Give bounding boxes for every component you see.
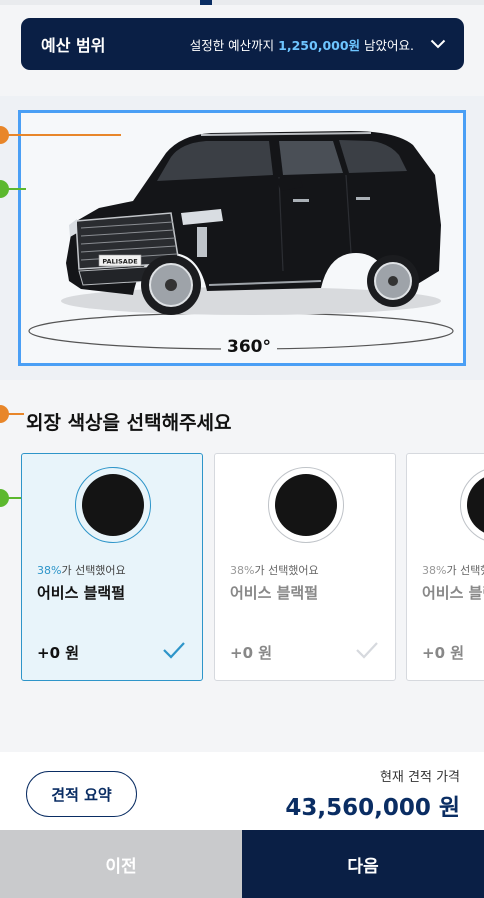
color-swatch-ring bbox=[268, 467, 344, 543]
annotation-line-green bbox=[0, 188, 26, 190]
car-image: PALISADE bbox=[28, 131, 454, 350]
chevron-down-icon[interactable] bbox=[430, 36, 446, 52]
color-card[interactable]: 38%가 선택했어요 어비스 블랙펄 +0 원 bbox=[406, 453, 484, 681]
popularity-suffix: 가 선택했어요 bbox=[446, 564, 484, 577]
popularity-text: 38%가 선택했어요 bbox=[230, 562, 319, 578]
car-viewer-frame[interactable]: PALISADE 360° bbox=[18, 110, 466, 366]
color-swatch-ring bbox=[75, 467, 151, 543]
popularity-suffix: 가 선택했어요 bbox=[61, 564, 126, 577]
budget-title: 예산 범위 bbox=[41, 36, 106, 55]
color-swatch-ring bbox=[460, 467, 484, 543]
check-icon bbox=[163, 642, 185, 659]
rotation-label: 360° bbox=[221, 337, 277, 357]
budget-message: 설정한 예산까지 1,250,000원 남았어요. bbox=[190, 35, 414, 54]
popularity-text: 38%가 선택했어요 bbox=[422, 562, 484, 578]
color-card[interactable]: 38%가 선택했어요 어비스 블랙펄 +0 원 bbox=[21, 453, 203, 681]
color-name: 어비스 블랙펄 bbox=[422, 584, 484, 602]
budget-message-suffix: 남았어요. bbox=[360, 37, 414, 53]
color-price: +0 원 bbox=[422, 644, 465, 662]
budget-message-prefix: 설정한 예산까지 bbox=[189, 37, 279, 53]
color-name: 어비스 블랙펄 bbox=[230, 584, 319, 602]
annotation-line-orange bbox=[0, 134, 121, 136]
annotation-line-orange-2 bbox=[0, 413, 24, 415]
color-swatch bbox=[467, 474, 484, 536]
popularity-text: 38%가 선택했어요 bbox=[37, 562, 126, 578]
popularity-percent: 38% bbox=[230, 564, 255, 577]
budget-bar[interactable]: 예산 범위 설정한 예산까지 1,250,000원 남았어요. bbox=[21, 18, 464, 70]
color-price: +0 원 bbox=[37, 644, 80, 662]
current-price-label: 현재 견적 가격 bbox=[379, 770, 460, 785]
prev-button[interactable]: 이전 bbox=[0, 830, 242, 898]
check-icon bbox=[356, 642, 378, 659]
summary-bar: 견적 요약 현재 견적 가격 43,560,000 원 bbox=[0, 752, 484, 830]
step-indicator bbox=[200, 0, 212, 5]
color-swatch bbox=[82, 474, 144, 536]
estimate-summary-button[interactable]: 견적 요약 bbox=[26, 771, 137, 817]
current-price-value: 43,560,000 원 bbox=[285, 795, 460, 821]
section-title: 외장 색상을 선택해주세요 bbox=[26, 412, 232, 434]
color-swatch bbox=[275, 474, 337, 536]
top-edge bbox=[0, 0, 484, 5]
popularity-suffix: 가 선택했어요 bbox=[254, 564, 319, 577]
annotation-line-green-2 bbox=[0, 497, 22, 499]
popularity-percent: 38% bbox=[422, 564, 447, 577]
next-button[interactable]: 다음 bbox=[242, 830, 484, 898]
color-price: +0 원 bbox=[230, 644, 273, 662]
color-card[interactable]: 38%가 선택했어요 어비스 블랙펄 +0 원 bbox=[214, 453, 396, 681]
car-viewer[interactable]: PALISADE 360° bbox=[0, 96, 484, 380]
color-name: 어비스 블랙펄 bbox=[37, 584, 126, 602]
color-card-list[interactable]: 38%가 선택했어요 어비스 블랙펄 +0 원 38%가 선택했어요 어비스 블… bbox=[21, 453, 484, 683]
popularity-percent: 38% bbox=[37, 564, 62, 577]
license-plate: PALISADE bbox=[102, 258, 137, 266]
budget-amount: 1,250,000원 bbox=[278, 37, 361, 53]
